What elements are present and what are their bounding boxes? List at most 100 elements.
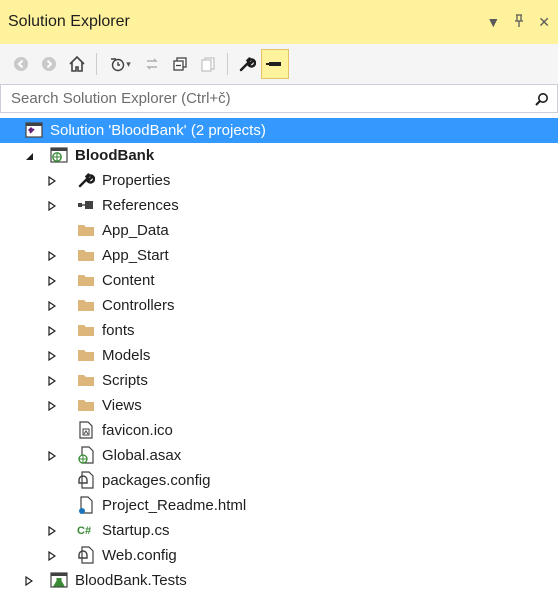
web-project-icon [50, 146, 68, 164]
back-button[interactable] [8, 50, 34, 78]
tree-item-label: Models [102, 347, 151, 364]
toolbar: ▾ [0, 44, 558, 84]
collapsed-arrow-icon[interactable] [46, 450, 58, 462]
home-icon [69, 55, 85, 72]
collapsed-arrow-icon[interactable] [46, 175, 58, 187]
folder-icon [77, 396, 95, 414]
search-input[interactable] [9, 89, 535, 108]
toolbar-separator [227, 53, 228, 75]
tree-item-app-start[interactable]: App_Start [0, 243, 558, 268]
tree-item-label: BloodBank.Tests [75, 572, 187, 589]
solution-icon [25, 121, 43, 139]
collapsed-arrow-icon[interactable] [46, 525, 58, 537]
collapsed-arrow-icon[interactable] [23, 575, 35, 587]
tree-item-label: packages.config [102, 472, 211, 489]
tree-item-label: fonts [102, 322, 135, 339]
tree-item-fonts[interactable]: fonts [0, 318, 558, 343]
collapse-all-button[interactable] [167, 50, 193, 78]
tree-item-web-config[interactable]: Web.config [0, 543, 558, 568]
tree-item-label: Content [102, 272, 155, 289]
pin-icon[interactable] [514, 13, 524, 31]
tree-item-models[interactable]: Models [0, 343, 558, 368]
tree-item-properties[interactable]: Properties [0, 168, 558, 193]
folder-icon [77, 246, 95, 264]
title-bar: Solution Explorer ▼ ✕ [0, 0, 558, 44]
folder-icon [77, 346, 95, 364]
config-file-icon [77, 471, 95, 489]
collapsed-arrow-icon[interactable] [46, 300, 58, 312]
tree-item-label: App_Start [102, 247, 169, 264]
collapsed-arrow-icon[interactable] [46, 350, 58, 362]
tree-item-scripts[interactable]: Scripts [0, 368, 558, 393]
forward-button[interactable] [36, 50, 62, 78]
dropdown-icon[interactable]: ▼ [486, 14, 500, 31]
tree-item-label: Properties [102, 172, 171, 189]
search-box[interactable] [0, 84, 558, 113]
tree-item-content[interactable]: Content [0, 268, 558, 293]
tree-item-label: Project_Readme.html [102, 497, 247, 514]
wrench-icon [77, 171, 95, 189]
tree-item-label: Solution 'BloodBank' (2 projects) [50, 122, 266, 139]
preview-selected-items-button[interactable] [261, 49, 289, 79]
collapsed-arrow-icon[interactable] [46, 325, 58, 337]
test-project-icon [50, 571, 68, 589]
expanded-arrow-icon[interactable] [23, 150, 35, 162]
asax-file-icon [77, 446, 95, 464]
chevron-down-icon: ▾ [126, 58, 131, 69]
wrench-icon [239, 57, 256, 72]
collapsed-arrow-icon[interactable] [46, 375, 58, 387]
collapsed-arrow-icon[interactable] [46, 550, 58, 562]
folder-icon [77, 371, 95, 389]
tree-item-app-data[interactable]: App_Data [0, 218, 558, 243]
tree-item-references[interactable]: References [0, 193, 558, 218]
folder-icon [77, 321, 95, 339]
collapsed-arrow-icon[interactable] [46, 200, 58, 212]
preview-icon [266, 62, 281, 66]
collapsed-arrow-icon[interactable] [46, 250, 58, 262]
folder-icon [77, 271, 95, 289]
properties-button[interactable] [234, 50, 260, 78]
references-icon [77, 196, 95, 214]
history-icon [111, 58, 125, 72]
svg-text:C#: C# [77, 525, 91, 537]
sync-icon [146, 58, 158, 70]
tree-item-label: App_Data [102, 222, 169, 239]
tree-item-solution-bloodbank-2-projects[interactable]: Solution 'BloodBank' (2 projects) [0, 118, 558, 143]
collapsed-arrow-icon[interactable] [46, 400, 58, 412]
tree-item-label: Scripts [102, 372, 148, 389]
tree-item-label: References [102, 197, 179, 214]
tree-item-label: Startup.cs [102, 522, 170, 539]
toolbar-separator [96, 53, 97, 75]
pending-changes-filter-button[interactable]: ▾ [103, 50, 137, 78]
tree-item-label: Views [102, 397, 142, 414]
forward-icon [42, 57, 56, 71]
tree-item-favicon-ico[interactable]: favicon.ico [0, 418, 558, 443]
tree-item-project-readme-html[interactable]: Project_Readme.html [0, 493, 558, 518]
tree-item-label: Controllers [102, 297, 175, 314]
show-all-files-icon [201, 57, 215, 72]
tree-item-bloodbank-tests[interactable]: BloodBank.Tests [0, 568, 558, 593]
sync-button[interactable] [139, 50, 165, 78]
tree-item-controllers[interactable]: Controllers [0, 293, 558, 318]
collapsed-arrow-icon[interactable] [46, 275, 58, 287]
tree-item-label: favicon.ico [102, 422, 173, 439]
home-button[interactable] [64, 50, 90, 78]
solution-tree: Solution 'BloodBank' (2 projects) BloodBa… [0, 118, 558, 593]
folder-icon [77, 221, 95, 239]
back-icon [14, 57, 28, 71]
search-icon[interactable] [535, 92, 549, 106]
image-file-icon [77, 421, 95, 439]
tree-item-label: Web.config [102, 547, 177, 564]
folder-icon [77, 296, 95, 314]
tree-item-packages-config[interactable]: packages.config [0, 468, 558, 493]
csharp-file-icon: C# [77, 521, 95, 539]
tree-item-global-asax[interactable]: Global.asax [0, 443, 558, 468]
tree-item-bloodbank[interactable]: BloodBank [0, 143, 558, 168]
tree-item-views[interactable]: Views [0, 393, 558, 418]
tree-item-label: Global.asax [102, 447, 182, 464]
show-all-files-button[interactable] [195, 50, 221, 78]
window-title: Solution Explorer [8, 13, 130, 30]
close-icon[interactable]: ✕ [538, 14, 550, 31]
config-file-icon [77, 546, 95, 564]
tree-item-startup-cs[interactable]: C# Startup.cs [0, 518, 558, 543]
